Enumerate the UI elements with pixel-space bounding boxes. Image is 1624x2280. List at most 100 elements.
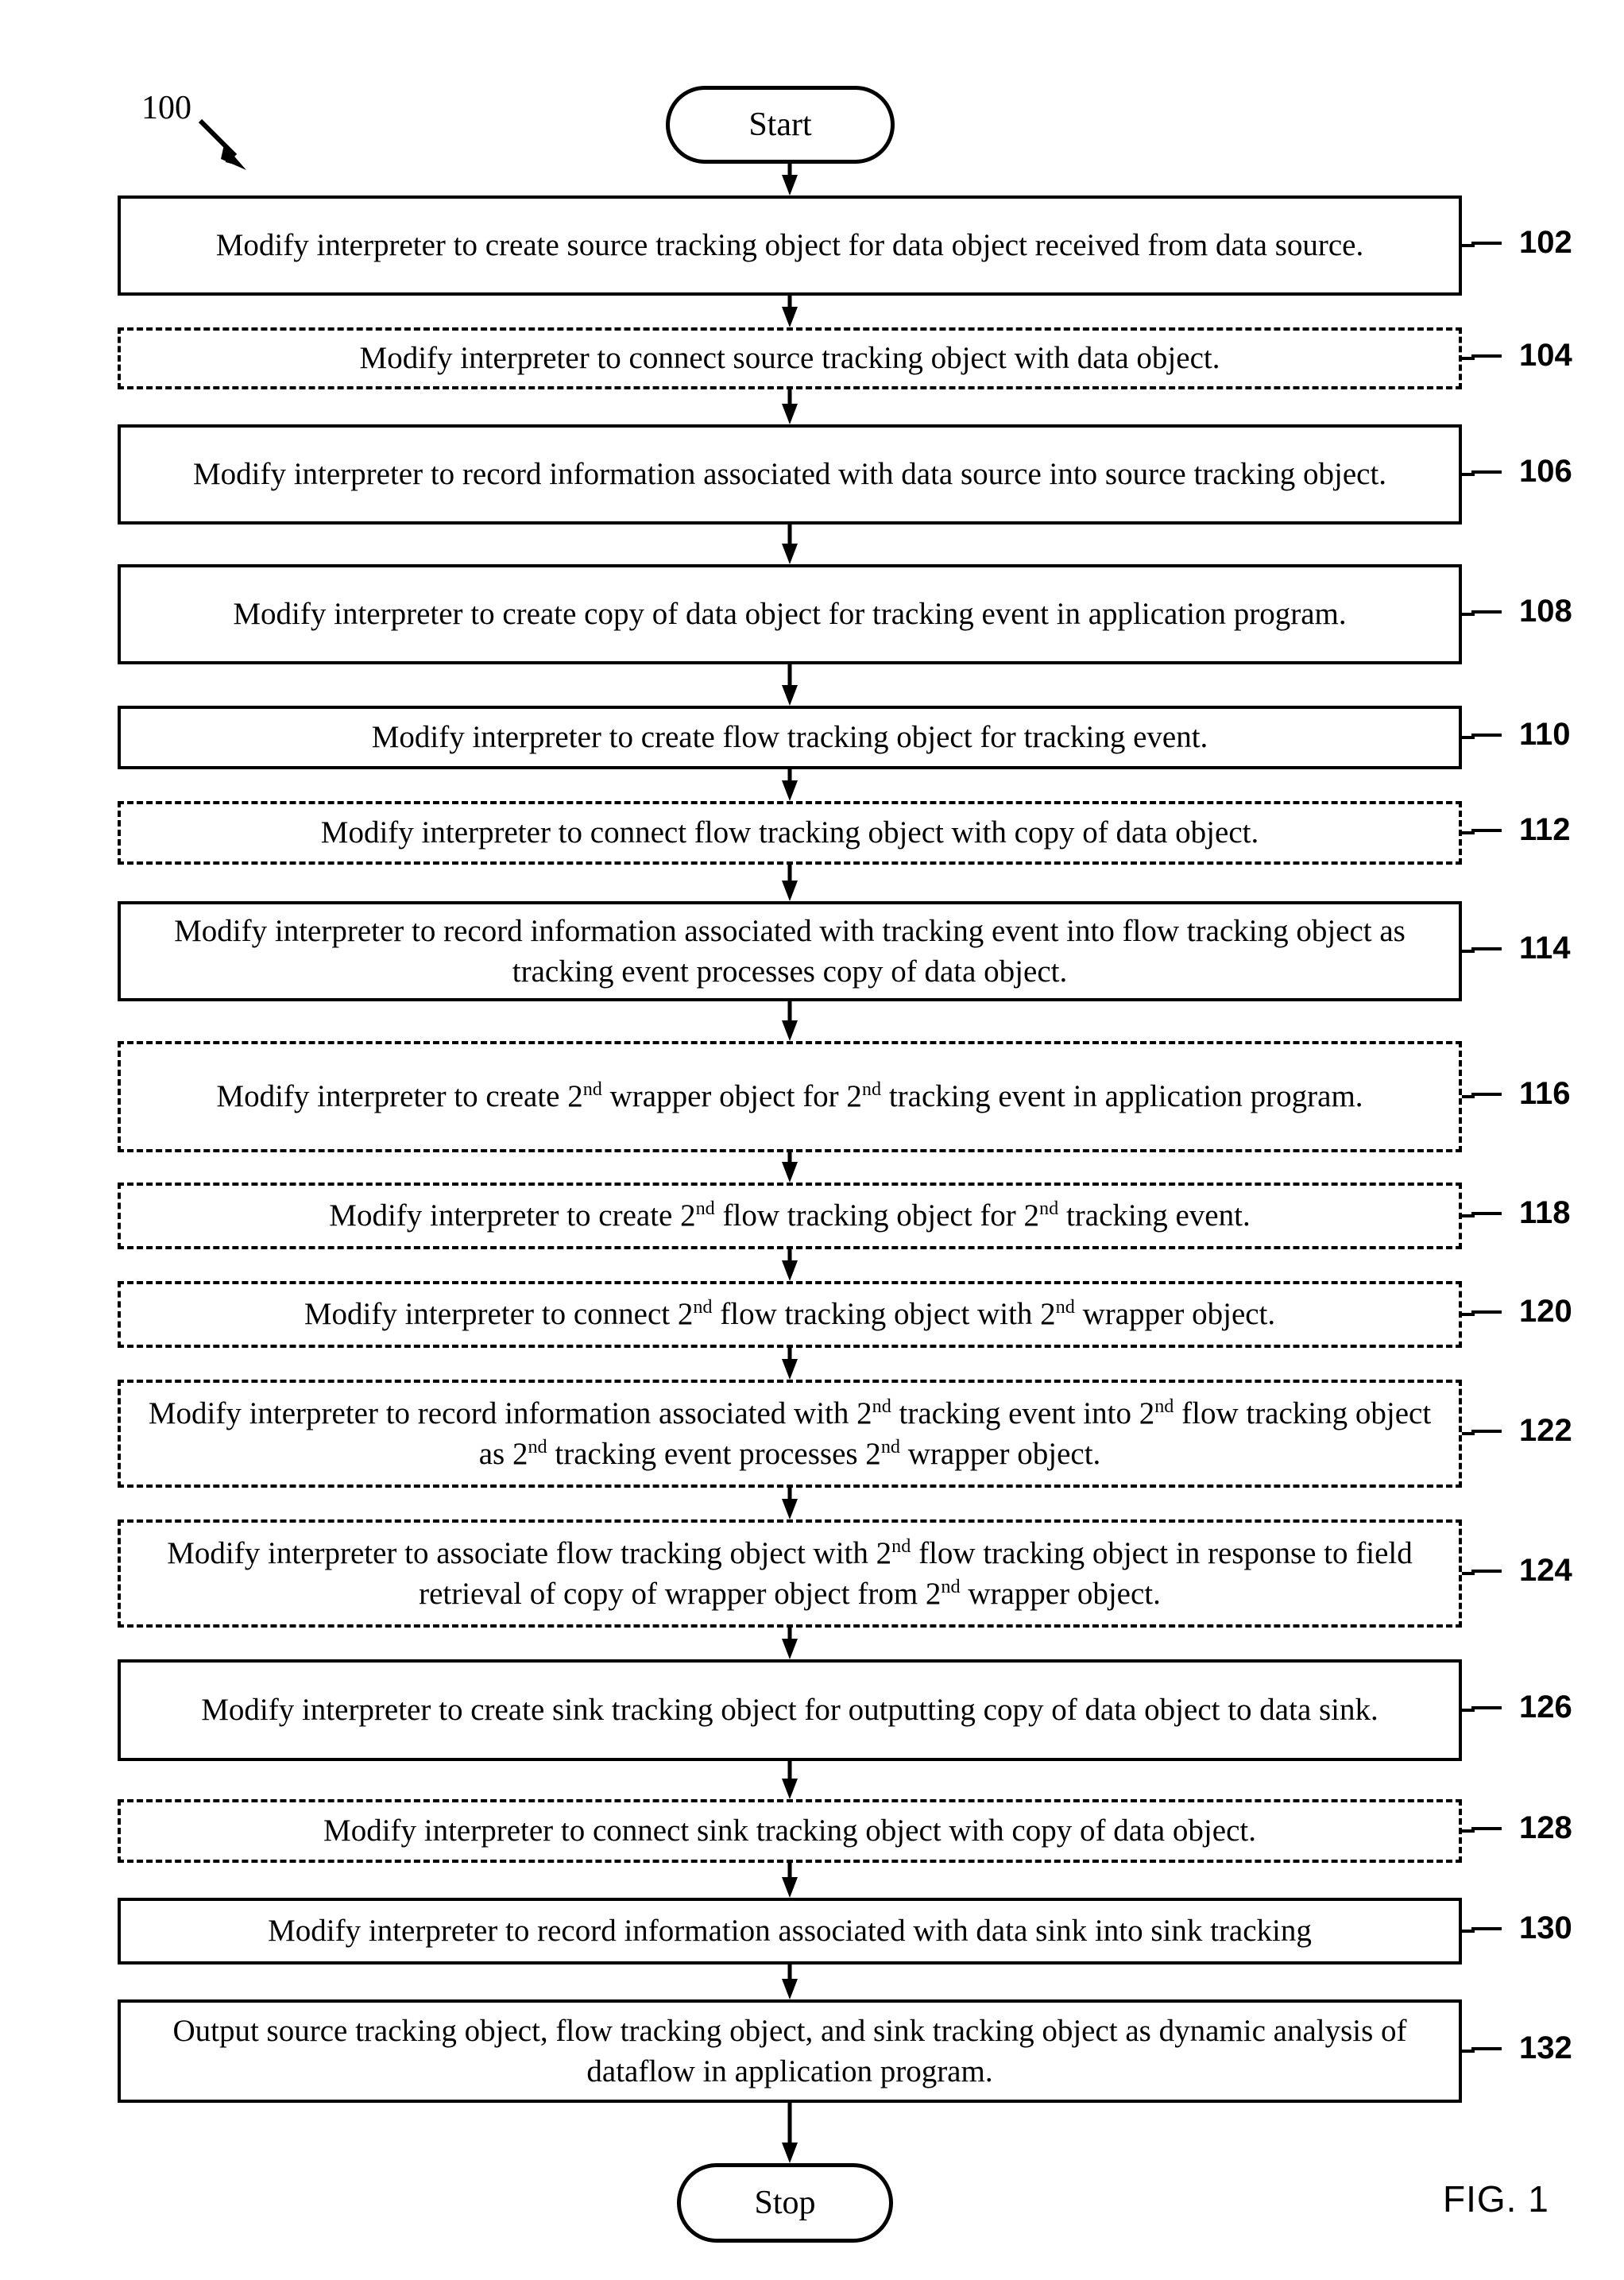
down-arrow-icon <box>782 780 798 801</box>
reference-leader-line <box>1471 241 1502 245</box>
flow-connector-arrow <box>782 1348 798 1380</box>
down-arrow-icon <box>782 685 798 706</box>
flow-connector-arrow <box>782 1965 798 1999</box>
reference-bracket <box>1462 1313 1475 1316</box>
process-step-label: Modify interpreter to record information… <box>268 1914 1312 1949</box>
down-arrow-icon <box>782 1260 798 1281</box>
figure-caption: FIG. 1 <box>1443 2178 1549 2220</box>
flow-connector-arrow <box>782 1001 798 1041</box>
reference-number: 104 <box>1519 338 1572 373</box>
reference-number: 112 <box>1519 812 1571 847</box>
reference-bracket <box>1462 357 1475 360</box>
down-arrow-icon <box>782 1877 798 1898</box>
reference-callout-128: 128 <box>1471 1810 1572 1846</box>
reference-number: 130 <box>1519 1910 1572 1945</box>
reference-callout-114: 114 <box>1471 931 1571 966</box>
process-step-label: Modify interpreter to create copy of dat… <box>233 597 1347 632</box>
process-step-label: Modify interpreter to create 2nd flow tr… <box>329 1198 1251 1233</box>
reference-number: 128 <box>1519 1810 1572 1845</box>
reference-leader-line <box>1471 1926 1502 1930</box>
down-arrow-icon <box>782 1162 798 1183</box>
reference-number: 118 <box>1519 1195 1571 1230</box>
reference-bracket <box>1462 613 1475 616</box>
process-step-122: Modify interpreter to record information… <box>118 1380 1462 1488</box>
flow-connector-arrow <box>782 2103 798 2163</box>
diagonal-arrow-icon <box>198 118 246 170</box>
process-step-label: Modify interpreter to create sink tracki… <box>201 1693 1378 1728</box>
reference-number: 102 <box>1519 225 1572 260</box>
reference-bracket <box>1462 473 1475 476</box>
process-step-label: Output source tracking object, flow trac… <box>172 2013 1407 2088</box>
reference-leader-line <box>1471 1092 1502 1096</box>
reference-number: 126 <box>1519 1690 1572 1725</box>
process-step-114: Modify interpreter to record information… <box>118 901 1462 1001</box>
process-step-112: Modify interpreter to connect flow track… <box>118 801 1462 865</box>
reference-number: 108 <box>1519 594 1572 629</box>
flow-connector-arrow <box>782 1761 798 1799</box>
reference-bracket <box>1462 1095 1475 1098</box>
reference-number: 132 <box>1519 2030 1572 2065</box>
reference-callout-108: 108 <box>1471 594 1572 629</box>
process-step-110: Modify interpreter to create flow tracki… <box>118 706 1462 769</box>
reference-leader-line <box>1471 610 1502 614</box>
process-step-label: Modify interpreter to create flow tracki… <box>371 720 1208 755</box>
process-step-label: Modify interpreter to record information… <box>192 457 1387 492</box>
process-step-label: Modify interpreter to connect source tra… <box>359 341 1220 376</box>
reference-bracket <box>1462 1432 1475 1435</box>
down-arrow-icon <box>782 1020 798 1041</box>
process-step-104: Modify interpreter to connect source tra… <box>118 327 1462 389</box>
reference-leader-line <box>1471 1705 1502 1709</box>
reference-bracket <box>1462 736 1475 739</box>
figure-page: 100 Start Stop Modify interpreter to cre… <box>0 0 1624 2280</box>
reference-leader-line <box>1471 2046 1502 2050</box>
down-arrow-icon <box>782 2143 798 2163</box>
reference-callout-118: 118 <box>1471 1195 1571 1231</box>
reference-bracket <box>1462 2050 1475 2053</box>
process-step-label: Modify interpreter to connect flow track… <box>320 815 1259 850</box>
reference-callout-122: 122 <box>1471 1413 1572 1449</box>
down-arrow-icon <box>782 1639 798 1659</box>
down-arrow-icon <box>782 175 798 195</box>
reference-number: 116 <box>1519 1076 1571 1111</box>
reference-leader-line <box>1471 828 1502 832</box>
process-step-124: Modify interpreter to associate flow tra… <box>118 1519 1462 1628</box>
reference-bracket <box>1462 1572 1475 1575</box>
reference-bracket <box>1462 1709 1475 1712</box>
process-step-118: Modify interpreter to create 2nd flow tr… <box>118 1183 1462 1249</box>
reference-callout-112: 112 <box>1471 812 1571 848</box>
stop-label: Stop <box>754 2185 816 2221</box>
reference-callout-120: 120 <box>1471 1294 1572 1330</box>
reference-leader-line <box>1471 1569 1502 1573</box>
reference-bracket <box>1462 244 1475 247</box>
flow-connector-arrow <box>782 525 798 564</box>
start-label: Start <box>748 106 812 143</box>
down-arrow-icon <box>782 1779 798 1799</box>
reference-leader-line <box>1471 1429 1502 1433</box>
reference-leader-line <box>1471 354 1502 358</box>
reference-bracket <box>1462 1829 1475 1833</box>
reference-bracket <box>1462 950 1475 953</box>
flow-connector-arrow <box>782 1628 798 1659</box>
process-step-108: Modify interpreter to create copy of dat… <box>118 564 1462 664</box>
reference-callout-110: 110 <box>1471 717 1571 753</box>
process-step-label: Modify interpreter to record information… <box>174 913 1406 989</box>
reference-number: 110 <box>1519 717 1571 752</box>
reference-bracket <box>1462 831 1475 834</box>
reference-callout-126: 126 <box>1471 1690 1572 1725</box>
flow-connector-arrow <box>782 1488 798 1519</box>
down-arrow-icon <box>782 544 798 564</box>
down-arrow-icon <box>782 1359 798 1380</box>
flow-connector-arrow <box>782 1863 798 1898</box>
process-step-label: Modify interpreter to connect sink track… <box>323 1814 1256 1848</box>
process-step-130: Modify interpreter to record information… <box>118 1898 1462 1965</box>
reference-number: 114 <box>1519 931 1571 966</box>
down-arrow-icon <box>782 307 798 327</box>
process-step-120: Modify interpreter to connect 2nd flow t… <box>118 1281 1462 1348</box>
reference-number: 124 <box>1519 1553 1572 1588</box>
flow-connector-arrow <box>782 1152 798 1183</box>
flow-connector-arrow <box>782 664 798 706</box>
reference-leader-line <box>1471 470 1502 474</box>
reference-callout-102: 102 <box>1471 225 1572 261</box>
process-step-116: Modify interpreter to create 2nd wrapper… <box>118 1041 1462 1152</box>
flow-connector-arrow <box>782 389 798 424</box>
